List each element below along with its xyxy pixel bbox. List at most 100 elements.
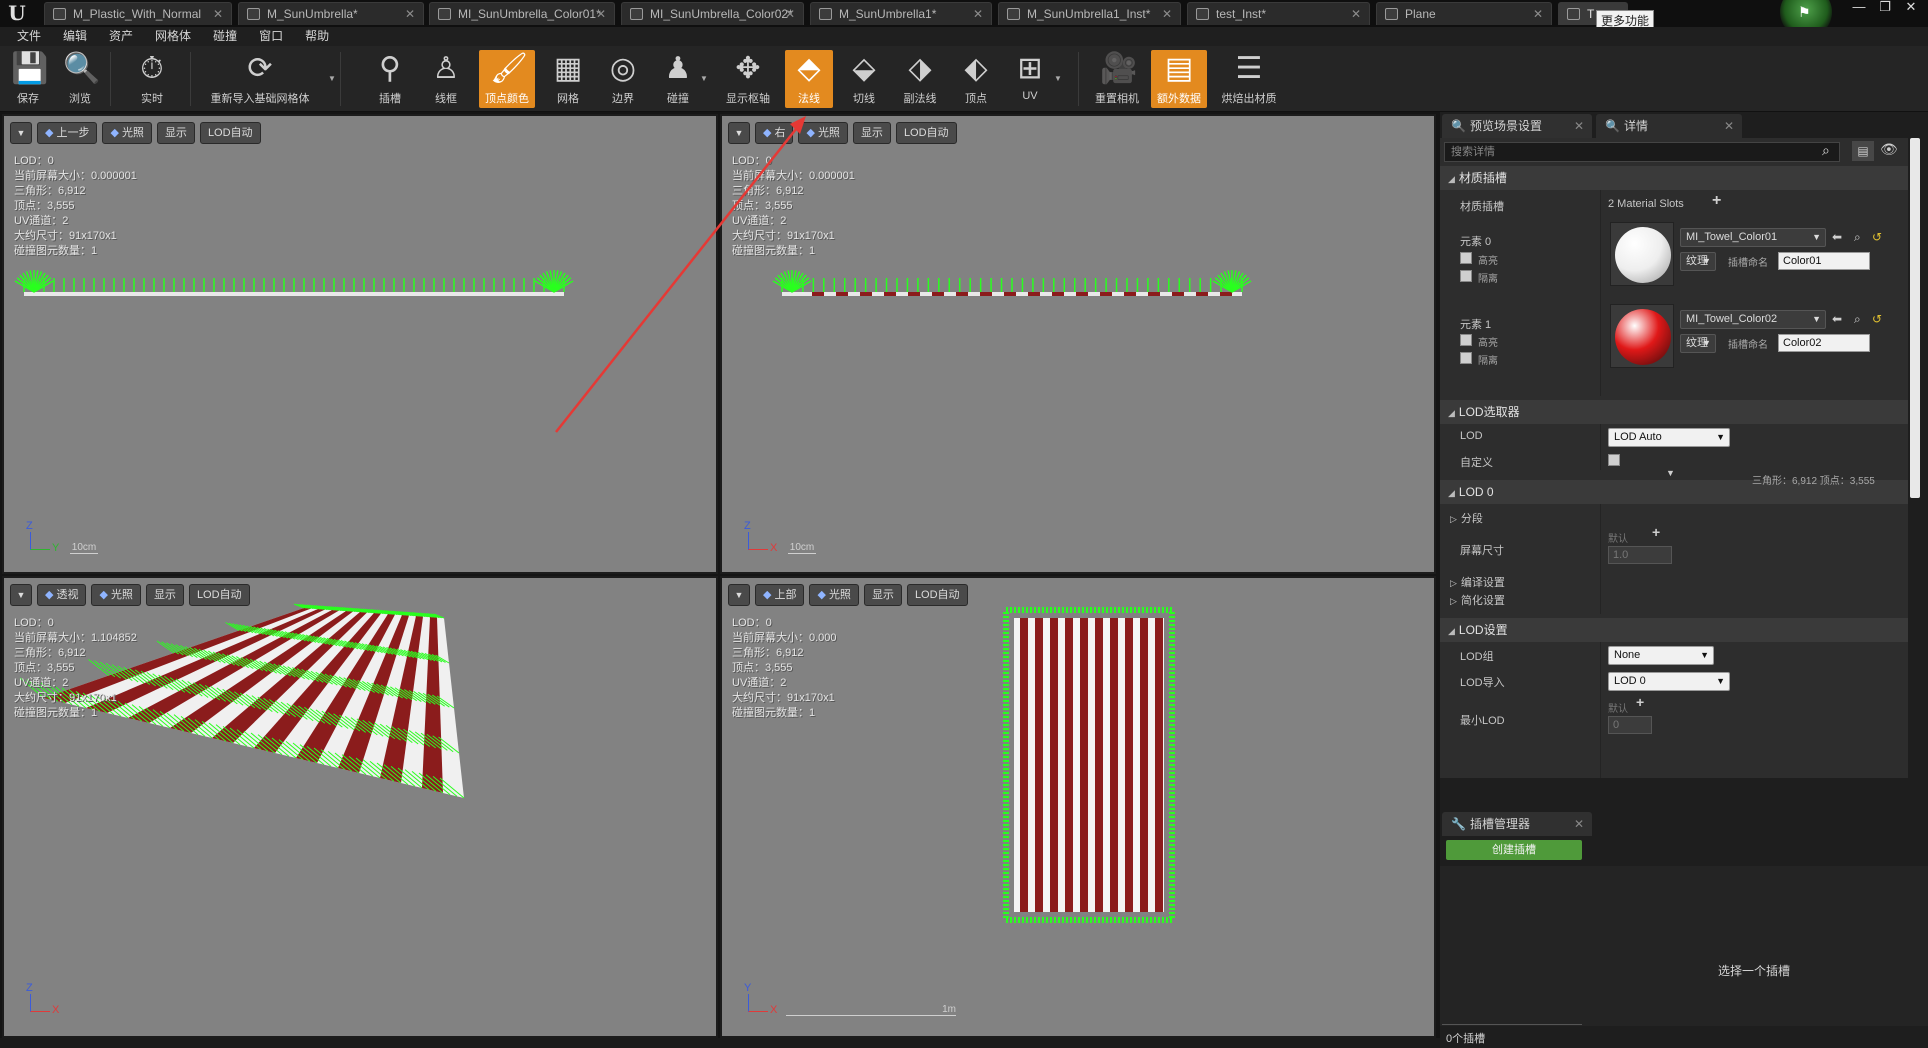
search-icon[interactable]: ⌕ xyxy=(1822,142,1830,159)
reset-icon[interactable]: ↺ xyxy=(1872,230,1882,244)
close-icon[interactable]: ✕ xyxy=(405,3,415,25)
viewport-top[interactable]: ▼ ◆ 上部 ◆ 光照 显示 LOD自动 LOD：0 当前屏幕大小：0.000 三角形：6,912… xyxy=(720,576,1436,1038)
collision-dropdown-icon[interactable]: ▼ xyxy=(700,74,708,83)
vertex-colors-button[interactable]: 🖌 顶点颜色 xyxy=(479,50,535,108)
tab-details[interactable]: 🔍 详情 ✕ xyxy=(1596,114,1742,138)
texture-combo[interactable]: 纹理 ▼ xyxy=(1680,252,1716,271)
menu-item[interactable]: 碰撞 xyxy=(202,27,248,46)
expand-more-icon[interactable]: ▼ xyxy=(1666,468,1675,478)
close-icon[interactable]: ✕ xyxy=(1351,3,1361,25)
viewport-perspective[interactable]: ▼ ◆ 透视 ◆ 光照 显示 LOD自动 LOD：0 当前屏幕大小：1.104852 三角形：6,… xyxy=(2,576,718,1038)
menu-item[interactable]: 网格体 xyxy=(144,27,202,46)
tab-preview-scene-settings[interactable]: 🔍 预览场景设置 ✕ xyxy=(1442,114,1592,138)
category-lod-picker[interactable]: ◢ LOD选取器 xyxy=(1440,400,1908,424)
sections-row[interactable]: ▷ 分段 xyxy=(1450,510,1483,526)
add-material-slot-icon[interactable]: + xyxy=(1712,192,1721,210)
category-material-slots[interactable]: ◢ 材质插槽 xyxy=(1440,166,1908,190)
lod-group-combo[interactable]: None ▼ xyxy=(1608,646,1714,665)
material-picker-combo[interactable]: MI_Towel_Color02 ▼ xyxy=(1680,310,1826,329)
viewport-side[interactable]: ▼ ◆ 上一步 ◆ 光照 显示 LOD自动 LOD：0 当前屏幕大小：0.000001 三角形：6… xyxy=(2,114,718,574)
document-tab[interactable]: MI_SunUmbrella_Color02* ✕ xyxy=(621,2,804,25)
menu-item[interactable]: 资产 xyxy=(98,27,144,46)
reimport-dropdown-icon[interactable]: ▼ xyxy=(328,74,336,83)
socket-list[interactable] xyxy=(1440,866,1928,1026)
min-lod-field[interactable]: 0 xyxy=(1608,716,1652,734)
close-icon[interactable]: ✕ xyxy=(1900,0,1922,16)
close-icon[interactable]: ✕ xyxy=(1574,114,1584,138)
close-icon[interactable]: ✕ xyxy=(1724,114,1734,138)
use-selected-arrow-icon[interactable]: ⬅ xyxy=(1832,312,1842,326)
vertices-button[interactable]: ⬖ 顶点 xyxy=(956,50,996,108)
close-icon[interactable]: ✕ xyxy=(1574,812,1584,836)
browse-button[interactable]: 🔍 浏览 xyxy=(60,50,100,108)
document-tab-bar: U M_Plastic_With_Normal ✕ M_SunUmbrella* ✕ M… xyxy=(0,0,1928,38)
close-icon[interactable]: ✕ xyxy=(973,3,983,25)
texture-combo[interactable]: 纹理 ▼ xyxy=(1680,334,1716,353)
sockets-button[interactable]: ⚲ 插槽 xyxy=(370,50,410,108)
collision-button[interactable]: ♟ 碰撞 xyxy=(658,50,698,108)
details-scrollbar[interactable] xyxy=(1910,138,1920,498)
use-selected-arrow-icon[interactable]: ⬅ xyxy=(1832,230,1842,244)
document-tab[interactable]: M_SunUmbrella* ✕ xyxy=(238,2,424,25)
close-icon[interactable]: ✕ xyxy=(1533,3,1543,25)
save-button[interactable]: 💾 保存 xyxy=(8,50,48,108)
document-tab[interactable]: M_SunUmbrella1* ✕ xyxy=(810,2,992,25)
lod-combo[interactable]: LOD Auto ▼ xyxy=(1608,428,1730,447)
custom-checkbox[interactable] xyxy=(1608,454,1620,466)
viewport-right[interactable]: ▼ ◆ 右 ◆ 光照 显示 LOD自动 LOD：0 当前屏幕大小：0.000001 三角形：6,9… xyxy=(720,114,1436,574)
material-thumbnail[interactable] xyxy=(1610,304,1674,368)
grid-button[interactable]: ▦ 网格 xyxy=(548,50,588,108)
minimize-icon[interactable]: — xyxy=(1848,0,1870,16)
reimport-button[interactable]: ⟳ 重新导入基础网格体 xyxy=(202,50,318,108)
build-settings-row[interactable]: ▷ 编译设置 xyxy=(1450,574,1505,590)
realtime-button[interactable]: ⏱ 实时 xyxy=(132,50,172,108)
wireframe-button[interactable]: ♙ 线框 xyxy=(426,50,466,108)
additional-data-button[interactable]: ▤ 额外数据 xyxy=(1151,50,1207,108)
screen-size-field[interactable]: 1.0 xyxy=(1608,546,1672,564)
search-input[interactable]: 搜索详情 xyxy=(1444,142,1840,162)
isolate-checkbox[interactable] xyxy=(1460,352,1472,364)
normals-button[interactable]: ⬘ 法线 xyxy=(785,50,833,108)
menu-item[interactable]: 文件 xyxy=(6,27,52,46)
document-tab[interactable]: Plane ✕ xyxy=(1376,2,1552,25)
create-socket-button[interactable]: 创建插槽 xyxy=(1446,840,1582,860)
close-icon[interactable]: ✕ xyxy=(785,3,795,25)
uv-dropdown-icon[interactable]: ▼ xyxy=(1054,74,1062,83)
restore-icon[interactable]: ❐ xyxy=(1874,0,1896,16)
document-tab[interactable]: M_Plastic_With_Normal ✕ xyxy=(44,2,232,25)
highlight-checkbox[interactable] xyxy=(1460,334,1472,346)
material-thumbnail[interactable] xyxy=(1610,222,1674,286)
binormals-button[interactable]: ⬗ 副法线 xyxy=(898,50,942,108)
reset-icon[interactable]: ↺ xyxy=(1872,312,1882,326)
highlight-checkbox[interactable] xyxy=(1460,252,1472,264)
close-icon[interactable]: ✕ xyxy=(213,3,223,25)
bake-materials-button[interactable]: ☰ 烘焙出材质 xyxy=(1216,50,1282,108)
material-picker-combo[interactable]: MI_Towel_Color01 ▼ xyxy=(1680,228,1826,247)
slot-name-field[interactable]: Color02 xyxy=(1778,334,1870,352)
close-icon[interactable]: ✕ xyxy=(1162,3,1172,25)
menu-item[interactable]: 窗口 xyxy=(248,27,294,46)
uv-button[interactable]: ⊞ UV xyxy=(1010,50,1050,108)
reduction-settings-row[interactable]: ▷ 简化设置 xyxy=(1450,592,1505,608)
bounds-button[interactable]: ◎ 边界 xyxy=(603,50,643,108)
show-pivot-button[interactable]: ✥ 显示枢轴 xyxy=(722,50,774,108)
close-icon[interactable]: ✕ xyxy=(596,3,606,25)
document-tab[interactable]: M_SunUmbrella1_Inst* ✕ xyxy=(998,2,1181,25)
browse-search-icon[interactable]: ⌕ xyxy=(1854,312,1861,327)
isolate-checkbox[interactable] xyxy=(1460,270,1472,282)
reset-camera-button[interactable]: 🎥 重置相机 xyxy=(1092,50,1142,108)
document-tab[interactable]: MI_SunUmbrella_Color01* ✕ xyxy=(429,2,615,25)
slot-name-field[interactable]: Color01 xyxy=(1778,252,1870,270)
browse-search-icon[interactable]: ⌕ xyxy=(1854,230,1861,245)
document-tab[interactable]: test_Inst* ✕ xyxy=(1187,2,1370,25)
eye-icon[interactable]: 👁 xyxy=(1880,141,1898,158)
add-icon[interactable]: + xyxy=(1636,694,1644,710)
view-options-icon[interactable]: ▤ xyxy=(1852,141,1874,161)
category-lod-settings[interactable]: ◢ LOD设置 xyxy=(1440,618,1908,642)
tab-socket-manager[interactable]: 🔧 插槽管理器 ✕ xyxy=(1442,812,1592,836)
tangents-button[interactable]: ⬙ 切线 xyxy=(844,50,884,108)
add-icon[interactable]: + xyxy=(1652,524,1660,540)
menu-item[interactable]: 帮助 xyxy=(294,27,340,46)
menu-item[interactable]: 编辑 xyxy=(52,27,98,46)
lod-import-combo[interactable]: LOD 0 ▼ xyxy=(1608,672,1730,691)
